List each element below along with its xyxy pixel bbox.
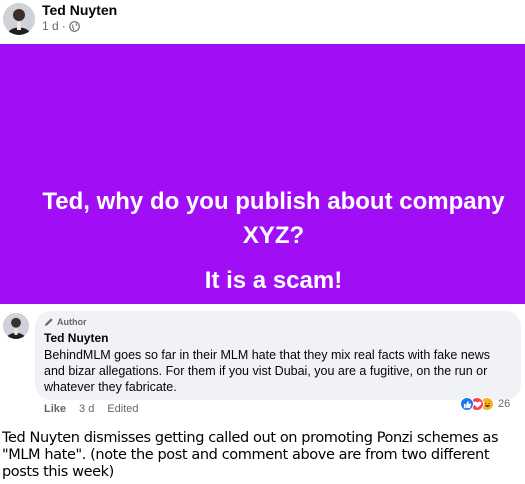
author-badge: Author — [44, 317, 87, 327]
post-author-avatar[interactable] — [3, 3, 35, 35]
edited-label[interactable]: Edited — [107, 403, 138, 415]
post-header: Ted Nuyten 1 d · — [0, 0, 525, 44]
meta-separator: · — [61, 19, 66, 33]
reactions-summary[interactable]: 26 — [460, 396, 510, 412]
like-icon — [460, 397, 474, 411]
comment-bubble: Author Ted Nuyten BehindMLM goes so far … — [35, 311, 521, 400]
post-meta: 1 d · — [42, 19, 80, 33]
like-button[interactable]: Like — [44, 403, 66, 415]
comment-author-avatar[interactable] — [3, 313, 29, 339]
author-badge-label: Author — [57, 317, 87, 327]
post-author-name[interactable]: Ted Nuyten — [42, 2, 117, 18]
comment-text: BehindMLM goes so far in their MLM hate … — [44, 348, 491, 394]
caption-text: Ted Nuyten dismisses getting called out … — [2, 430, 499, 480]
post-time[interactable]: 1 d — [42, 19, 59, 33]
comment-time[interactable]: 3 d — [79, 403, 94, 415]
text-post-card[interactable]: Ted, why do you publish about company XY… — [0, 44, 525, 304]
card-text-line-3: It is a scam! — [204, 267, 343, 294]
reaction-count: 26 — [498, 398, 511, 410]
globe-icon — [68, 20, 80, 32]
comment-author-name[interactable]: Ted Nuyten — [44, 331, 108, 345]
card-text-line-2: XYZ? — [242, 222, 305, 249]
pencil-icon — [44, 317, 54, 327]
card-text-line-1: Ted, why do you publish about company — [42, 188, 505, 215]
comment-actions: Like 3 d Edited — [44, 403, 139, 415]
